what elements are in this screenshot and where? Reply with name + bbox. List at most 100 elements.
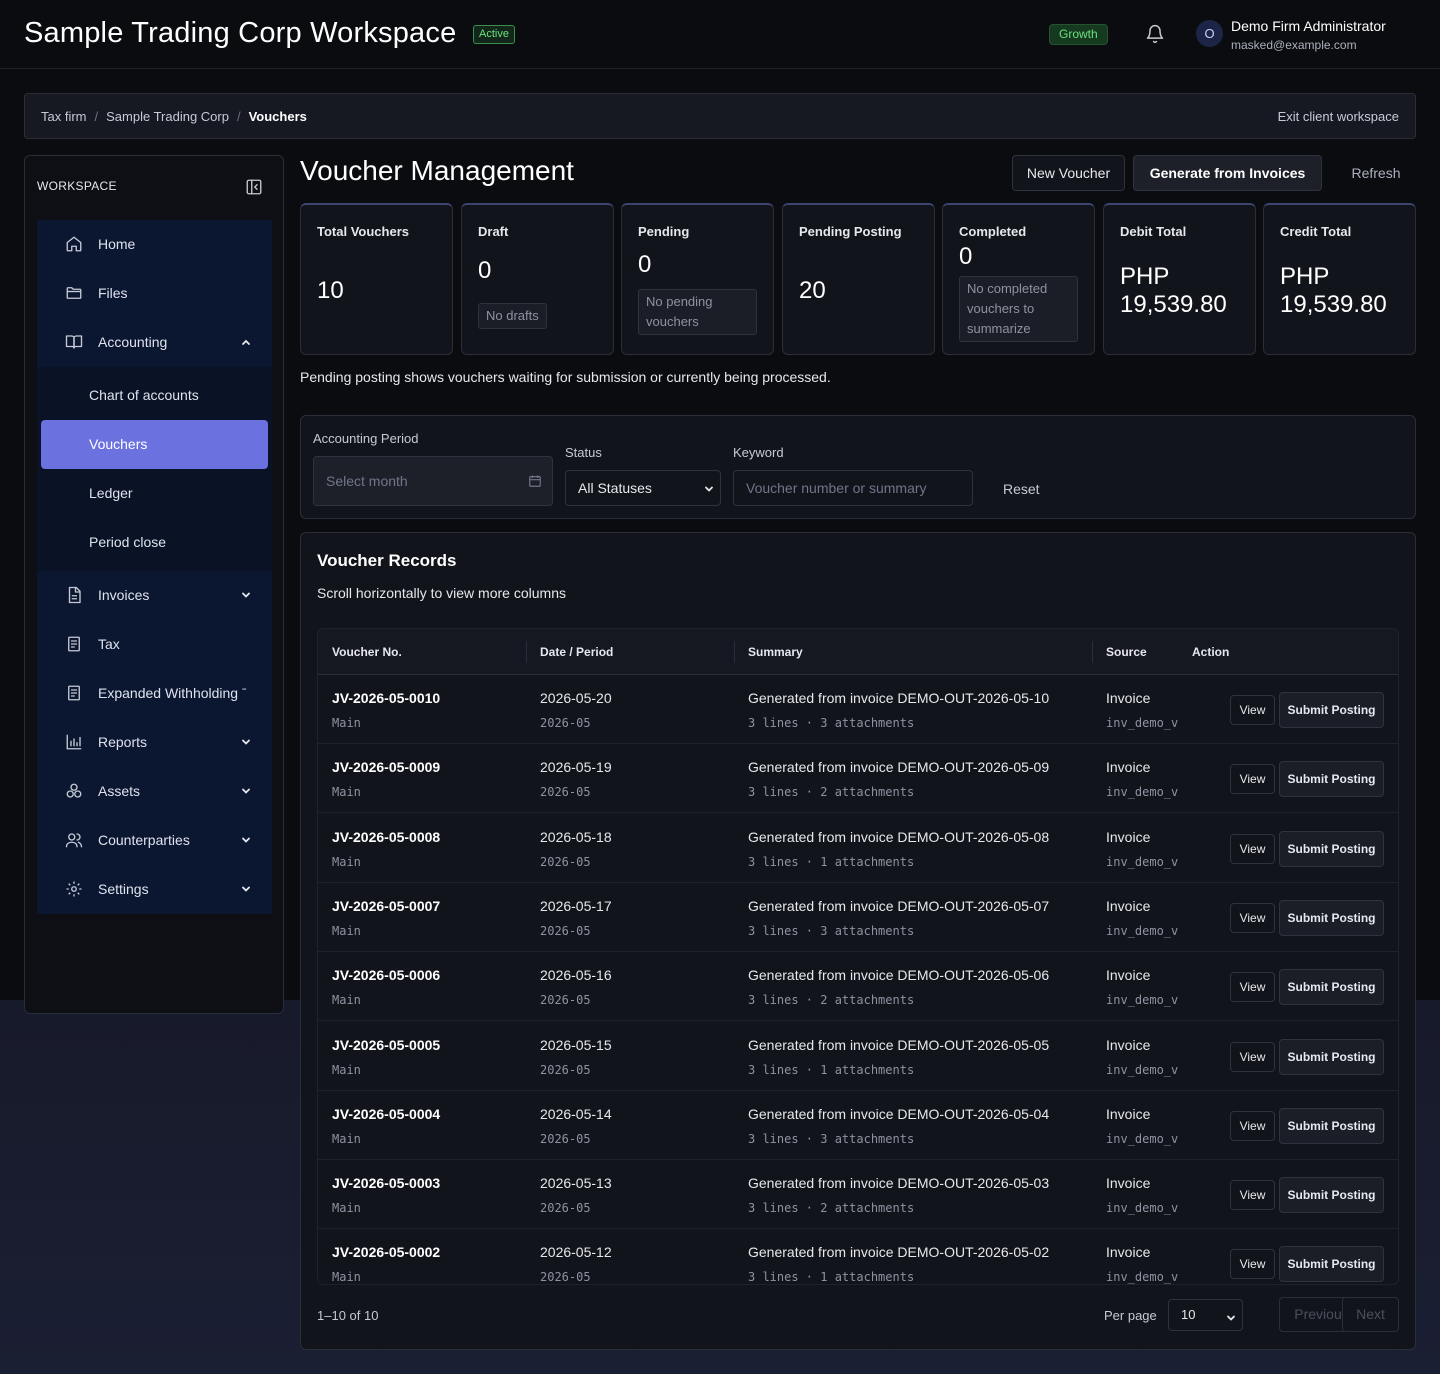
sidebar-item-accounting[interactable]: Accounting — [37, 318, 272, 367]
column-header-action: Action — [1192, 645, 1230, 659]
avatar[interactable]: O — [1196, 20, 1223, 47]
voucher-period: 2026-05 — [540, 1131, 591, 1146]
sidebar-item-invoices[interactable]: Invoices — [37, 571, 272, 620]
sidebar-item-settings[interactable]: Settings — [37, 865, 272, 914]
voucher-number[interactable]: JV-2026-05-0003 — [332, 1175, 440, 1191]
voucher-source-ref: inv_demo_v — [1106, 1270, 1178, 1285]
column-divider — [1092, 641, 1093, 663]
table-row[interactable]: JV-2026-05-0006 Main 2026-05-16 2026-05 Gene… — [318, 952, 1398, 1022]
column-header-summary[interactable]: Summary — [748, 645, 803, 659]
stat-card-completed: Completed 0 No completed vouchers to sum… — [942, 203, 1095, 355]
status-badge: Active — [473, 25, 515, 44]
sidebar-item-assets[interactable]: Assets — [37, 767, 272, 816]
submit-posting-button[interactable]: Submit Posting — [1279, 969, 1384, 1006]
voucher-summary: Generated from invoice DEMO-OUT-2026-05-… — [748, 1105, 1050, 1122]
sidebar-item-expanded-withholding[interactable]: Expanded Withholding ˉ — [37, 669, 272, 718]
period-input[interactable]: Select month — [313, 456, 553, 506]
voucher-period: 2026-05 — [540, 1062, 591, 1077]
column-header-date-period[interactable]: Date / Period — [540, 645, 613, 659]
sidebar-subitem-chart-of-accounts[interactable]: Chart of accounts — [37, 371, 272, 420]
sidebar-item-tax[interactable]: Tax — [37, 620, 272, 669]
submit-posting-button[interactable]: Submit Posting — [1279, 1246, 1384, 1283]
stat-card-pending-posting: Pending Posting 20 — [782, 203, 935, 355]
voucher-number[interactable]: JV-2026-05-0006 — [332, 967, 440, 983]
submit-posting-button[interactable]: Submit Posting — [1279, 692, 1384, 728]
table-row[interactable]: JV-2026-05-0004 Main 2026-05-14 2026-05 Gene… — [318, 1091, 1398, 1160]
view-button[interactable]: View — [1230, 1041, 1275, 1072]
sidebar-item-label: Reports — [98, 734, 148, 750]
generate-from-invoices-button[interactable]: Generate from Invoices — [1133, 155, 1322, 191]
submit-posting-button[interactable]: Submit Posting — [1279, 1107, 1384, 1144]
sidebar-item-reports[interactable]: Reports — [37, 718, 272, 767]
keyword-input[interactable]: Voucher number or summary — [733, 470, 973, 506]
voucher-book: Main — [332, 716, 361, 730]
table-row[interactable]: JV-2026-05-0008 Main 2026-05-18 2026-05 Gene… — [318, 814, 1398, 883]
voucher-number[interactable]: JV-2026-05-0007 — [332, 898, 440, 914]
sidebar-item-files[interactable]: Files — [37, 269, 272, 318]
voucher-summary: Generated from invoice DEMO-OUT-2026-05-… — [748, 690, 1050, 706]
table-row[interactable]: JV-2026-05-0005 Main 2026-05-15 2026-05 Gene… — [318, 1022, 1398, 1091]
sidebar-subitem-vouchers[interactable]: Vouchers — [41, 420, 268, 469]
stat-card-credit-total: Credit Total PHP 19,539.80 — [1263, 203, 1416, 355]
view-button[interactable]: View — [1230, 833, 1275, 864]
voucher-number[interactable]: JV-2026-05-0002 — [332, 1244, 440, 1260]
submit-posting-button[interactable]: Submit Posting — [1279, 761, 1384, 798]
exit-workspace-link[interactable]: Exit client workspace — [1278, 109, 1399, 124]
voucher-number[interactable]: JV-2026-05-0004 — [332, 1106, 440, 1122]
column-divider — [526, 641, 527, 663]
stat-card-debit-total: Debit Total PHP 19,539.80 — [1103, 203, 1256, 355]
sidebar-item-counterparties[interactable]: Counterparties — [37, 816, 272, 865]
sidebar-item-label: Accounting — [98, 334, 168, 350]
refresh-button[interactable]: Refresh — [1336, 155, 1416, 191]
voucher-number[interactable]: JV-2026-05-0010 — [332, 690, 440, 706]
voucher-source: Invoice — [1106, 690, 1151, 706]
view-button[interactable]: View — [1230, 1249, 1275, 1280]
voucher-summary: Generated from invoice DEMO-OUT-2026-05-… — [748, 967, 1050, 984]
voucher-meta: 3 lines · 1 attachments — [748, 854, 915, 869]
voucher-summary: Generated from invoice DEMO-OUT-2026-05-… — [748, 828, 1050, 845]
sidebar-item-home[interactable]: Home — [37, 220, 272, 269]
view-button[interactable]: View — [1230, 902, 1275, 933]
column-header-voucher-no[interactable]: Voucher No. — [332, 645, 402, 659]
voucher-number[interactable]: JV-2026-05-0009 — [332, 759, 440, 775]
next-page-button[interactable]: Next — [1342, 1297, 1399, 1332]
table-row[interactable]: JV-2026-05-0007 Main 2026-05-17 2026-05 Gene… — [318, 883, 1398, 952]
breadcrumb-item-current: Vouchers — [248, 109, 307, 124]
submit-posting-button[interactable]: Submit Posting — [1279, 899, 1384, 936]
voucher-meta: 3 lines · 2 attachments — [748, 785, 915, 800]
sidebar-subitem-period-close[interactable]: Period close — [37, 518, 272, 567]
view-button[interactable]: View — [1230, 1110, 1275, 1141]
table-row[interactable]: JV-2026-05-0009 Main 2026-05-19 2026-05 Gene… — [318, 744, 1398, 814]
breadcrumb-item-firm[interactable]: Tax firm — [41, 109, 87, 124]
sidebar-subitem-ledger[interactable]: Ledger — [37, 469, 272, 518]
submit-posting-button[interactable]: Submit Posting — [1279, 1038, 1384, 1075]
voucher-number[interactable]: JV-2026-05-0008 — [332, 829, 440, 845]
records-subtitle: Scroll horizontally to view more columns — [317, 585, 566, 601]
table-row[interactable]: JV-2026-05-0010 Main 2026-05-20 2026-05 Gene… — [318, 675, 1398, 744]
new-voucher-button[interactable]: New Voucher — [1012, 155, 1125, 191]
view-button[interactable]: View — [1230, 972, 1275, 1003]
voucher-source-ref: inv_demo_v — [1106, 1131, 1178, 1146]
view-button[interactable]: View — [1230, 764, 1275, 795]
reset-button[interactable]: Reset — [1003, 481, 1040, 497]
sidebar-collapse-icon[interactable] — [245, 178, 263, 196]
per-page-select[interactable]: 10 — [1168, 1299, 1243, 1331]
status-select[interactable]: All Statuses — [565, 470, 721, 506]
user-name[interactable]: Demo Firm Administrator — [1231, 18, 1386, 34]
view-button[interactable]: View — [1230, 1180, 1275, 1211]
voucher-number[interactable]: JV-2026-05-0005 — [332, 1037, 440, 1053]
voucher-table[interactable]: Voucher No. Date / Period Summary Source… — [317, 628, 1399, 1285]
column-header-source[interactable]: Source — [1106, 645, 1147, 659]
submit-posting-button[interactable]: Submit Posting — [1279, 830, 1384, 867]
voucher-source-ref: inv_demo_v — [1106, 993, 1178, 1008]
voucher-source: Invoice — [1106, 967, 1151, 984]
table-row[interactable]: JV-2026-05-0002 Main 2026-05-12 2026-05 Gene… — [318, 1229, 1398, 1285]
table-row[interactable]: JV-2026-05-0003 Main 2026-05-13 2026-05 Gene… — [318, 1160, 1398, 1230]
sidebar-item-label: Counterparties — [98, 832, 190, 848]
bell-icon[interactable] — [1145, 24, 1165, 44]
gear-icon — [66, 881, 82, 897]
breadcrumb-item-client[interactable]: Sample Trading Corp — [106, 109, 229, 124]
view-button[interactable]: View — [1230, 695, 1275, 725]
voucher-source-ref: inv_demo_v — [1106, 716, 1178, 730]
submit-posting-button[interactable]: Submit Posting — [1279, 1177, 1384, 1214]
